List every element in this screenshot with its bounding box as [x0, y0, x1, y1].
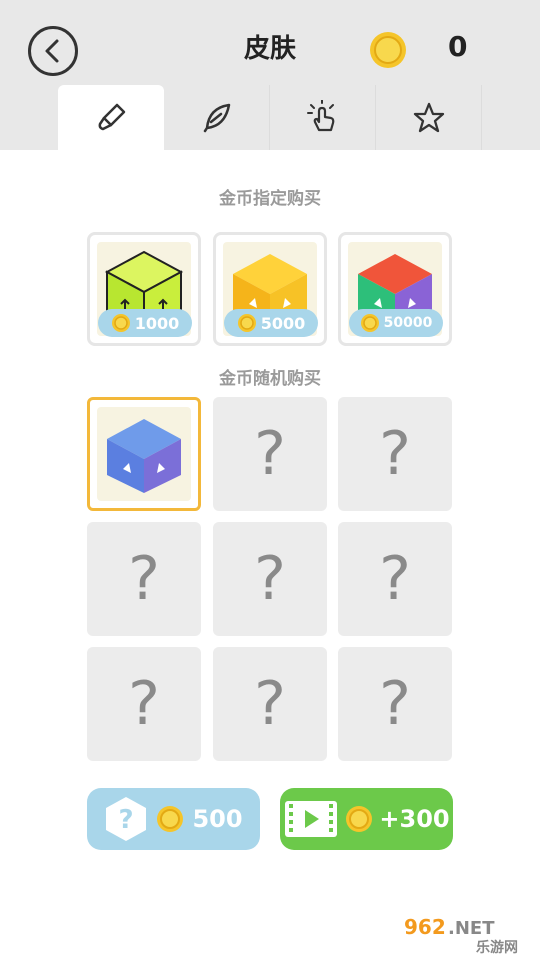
random-item-locked[interactable]: ?: [213, 647, 327, 761]
random-buy-button[interactable]: ? 500: [87, 788, 260, 850]
blue-cube-icon: [107, 419, 181, 493]
question-mark: ?: [128, 669, 160, 739]
random-buy-price: 500: [192, 805, 243, 833]
video-play-icon: [285, 801, 338, 837]
svg-text:?: ?: [119, 805, 134, 835]
random-item-locked[interactable]: ?: [213, 522, 327, 636]
question-mark: ?: [379, 544, 411, 614]
tap-hand-icon: [306, 99, 334, 131]
tab-bar: [58, 85, 482, 150]
fixed-purchase-title: 金币指定购买: [219, 189, 321, 209]
tab-star[interactable]: [376, 85, 482, 150]
question-mark: ?: [254, 669, 286, 739]
shop-item-lime-cube[interactable]: 1000: [87, 232, 201, 346]
price-label: 50000: [383, 315, 433, 331]
shop-item-yellow-cube[interactable]: 5000: [213, 232, 327, 346]
question-mark: ?: [254, 419, 286, 489]
tab-brush[interactable]: [58, 85, 164, 150]
question-mark: ?: [254, 544, 286, 614]
coin-icon: [370, 32, 406, 68]
shop-item-rainbow-cube[interactable]: 50000: [338, 232, 452, 346]
svg-text:962: 962: [404, 915, 446, 939]
random-purchase-title: 金币随机购买: [219, 369, 321, 389]
site-watermark-logo: 962 .NET 乐游网: [400, 912, 536, 956]
price-label: 5000: [260, 313, 306, 333]
random-item-locked[interactable]: ?: [338, 647, 452, 761]
paintbrush-icon: [98, 103, 126, 130]
coin-count: 0: [448, 30, 468, 63]
feather-icon: [203, 103, 230, 132]
question-mark: ?: [128, 544, 160, 614]
price-label: 1000: [134, 313, 180, 333]
random-item-locked[interactable]: ?: [213, 397, 327, 511]
watch-video-button[interactable]: +300: [280, 788, 453, 850]
random-item-owned[interactable]: [87, 397, 201, 511]
random-item-locked[interactable]: ?: [338, 522, 452, 636]
coin-icon: [360, 314, 379, 332]
tab-trail[interactable]: [164, 85, 270, 150]
random-item-locked[interactable]: ?: [87, 647, 201, 761]
question-mark: ?: [379, 669, 411, 739]
video-reward-amount: +300: [379, 805, 450, 833]
tab-tap[interactable]: [270, 85, 376, 150]
star-icon: [413, 102, 444, 132]
random-item-locked[interactable]: ?: [338, 397, 452, 511]
svg-text:乐游网: 乐游网: [476, 939, 518, 956]
random-item-locked[interactable]: ?: [87, 522, 201, 636]
header-bar: 皮肤 0: [0, 0, 540, 150]
question-mark: ?: [379, 419, 411, 489]
svg-text:.NET: .NET: [448, 918, 495, 939]
coin-icon: [157, 806, 184, 832]
coin-icon: [111, 314, 130, 332]
coin-icon: [346, 806, 373, 832]
hexagon-question-icon: ?: [106, 797, 147, 841]
coin-icon: [237, 314, 256, 332]
